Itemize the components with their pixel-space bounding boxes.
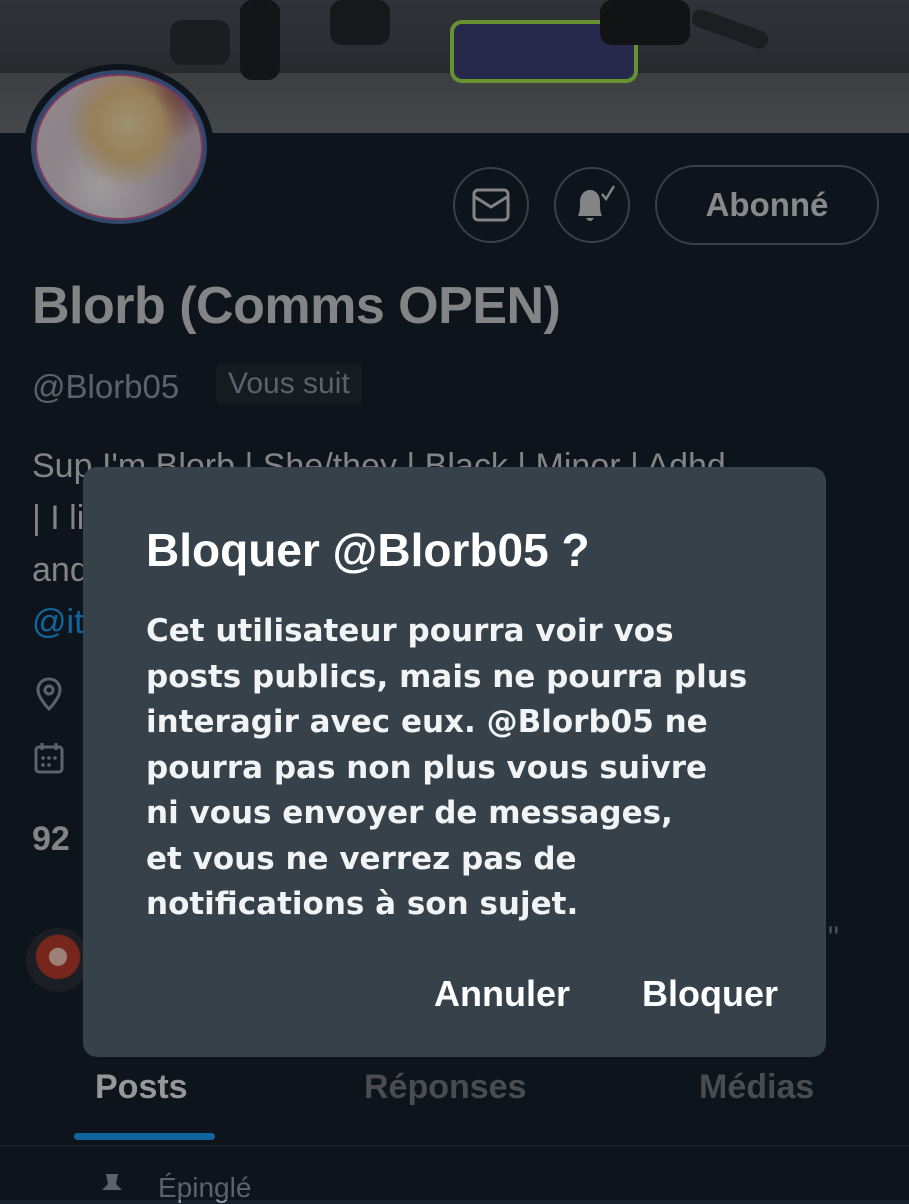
dialog-body-line: et vous ne verrez pas de (146, 840, 577, 877)
dialog-body-line: pourra pas non plus vous suivre (146, 749, 708, 786)
dialog-title: Bloquer @Blorb05 ? (146, 524, 590, 576)
dialog-body-line: posts publics, mais ne pourra plus (146, 658, 748, 695)
cancel-button[interactable]: Annuler (434, 973, 570, 1015)
dialog-body: Cet utilisateur pourra voir vos posts pu… (146, 609, 796, 928)
dialog-body-line: Cet utilisateur pourra voir vos (146, 613, 674, 649)
block-confirm-dialog: Bloquer @Blorb05 ? Cet utilisateur pourr… (83, 467, 826, 1057)
dialog-body-line: ni vous envoyer de messages, (146, 795, 673, 831)
block-button[interactable]: Bloquer (642, 973, 778, 1015)
dialog-body-line: notifications à son sujet. (146, 886, 579, 922)
dialog-body-line: interagir avec eux. @Blorb05 ne (146, 704, 708, 740)
